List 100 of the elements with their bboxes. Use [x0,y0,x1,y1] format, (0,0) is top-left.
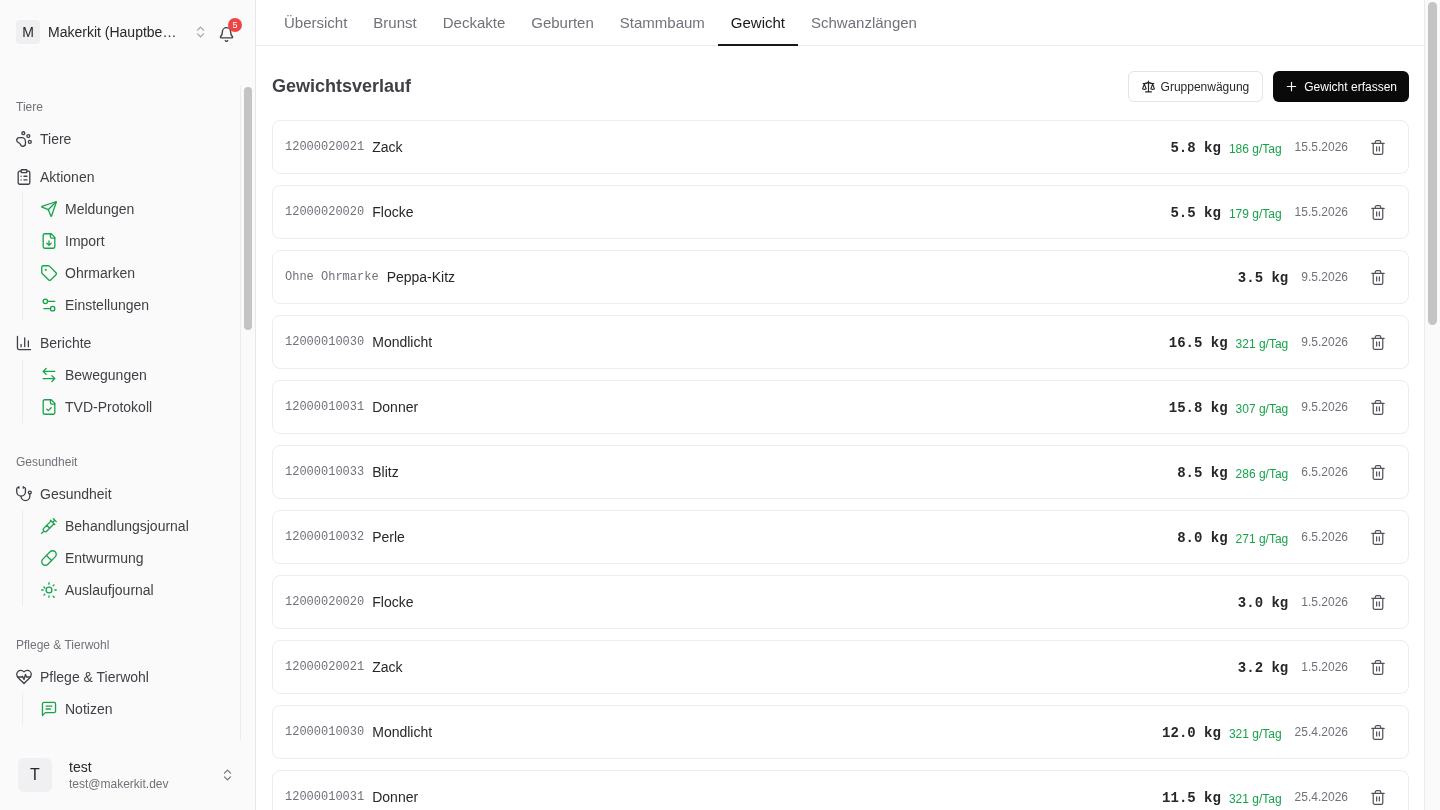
nav-subitem[interactable]: Entwurmung [41,542,144,574]
nav-item[interactable]: Gesundheit [16,478,240,510]
nav-subitem[interactable]: Import [41,225,105,257]
arrows-left-right-icon [41,367,57,383]
entry-date: 1.5.2026 [1301,660,1348,674]
syringe-icon [41,518,57,534]
ear-tag-number: 12000010031 [285,400,365,414]
nav-subitem[interactable]: TVD-Protokoll [41,391,153,423]
daily-gain: 321 g/Tag [1228,791,1282,806]
bar-chart-icon [16,335,32,351]
clipboard-list-icon [16,169,32,185]
animal-name: Mondlicht [372,724,433,740]
entry-date: 25.4.2026 [1294,790,1348,804]
animal-name: Peppa-Kitz [386,269,456,285]
trash-icon [1371,464,1385,480]
nav-subitem[interactable]: Behandlungsjournal [41,510,189,542]
user-name: test [69,758,93,776]
ear-tag-number: 12000010031 [285,790,365,804]
trash-icon [1371,724,1385,740]
daily-gain: 307 g/Tag [1235,401,1289,416]
tab[interactable]: Geburten [518,0,607,46]
nav-item[interactable]: Aktionen [16,161,240,193]
stethoscope-icon [16,486,32,502]
notifications-button[interactable]: 5 [217,18,242,44]
nav-subitem[interactable]: Ohrmarken [41,257,136,289]
animal-name: Donner [372,789,419,805]
entry-date: 9.5.2026 [1301,335,1348,349]
entry-date: 6.5.2026 [1301,530,1348,544]
ear-tag-number: 12000010030 [285,335,365,349]
section-title: Gewichtsverlauf [272,76,412,97]
paper-plane-icon [41,201,57,217]
weight-value: 3.5 kg [1237,270,1289,286]
heart-pulse-icon [16,669,32,685]
entry-date: 9.5.2026 [1301,270,1348,284]
daily-gain: 186 g/Tag [1228,141,1282,156]
tab[interactable]: Stammbaum [606,0,718,46]
nav-subitem[interactable]: Meldungen [41,193,135,225]
tag-icon [41,265,57,281]
nav-subitem[interactable]: Bewegungen [41,359,147,391]
weight-value: 12.0 kg [1162,725,1221,741]
plus-icon [1285,80,1299,93]
group-weighing-button[interactable]: Gruppenwägung [1127,71,1264,102]
animal-name: Zack [372,139,403,155]
animal-name: Perle [372,529,405,545]
paw-print-icon [16,131,32,147]
nav-item[interactable]: Pflege & Tierwohl [16,661,240,693]
account-avatar: M [16,20,40,44]
entry-date: 15.5.2026 [1294,140,1348,154]
ear-tag-number: 12000020021 [285,660,365,674]
bell-icon [219,27,234,42]
ear-tag-number: 12000010030 [285,725,365,739]
tab[interactable]: Schwanzlängen [798,0,930,46]
trash-icon [1371,789,1385,805]
trash-icon [1371,334,1385,350]
ear-tag-number: Ohne Ohrmarke [285,270,379,284]
user-avatar: T [18,758,52,792]
nav-item[interactable]: Tiere [16,123,240,155]
trash-icon [1371,399,1385,415]
tab[interactable]: Übersicht [271,0,361,46]
nav-group-label: Pflege & Tierwohl [16,637,111,654]
entry-date: 6.5.2026 [1301,465,1348,479]
nav-group-label: Tiere [16,99,44,116]
notification-badge: 5 [228,18,242,32]
trash-icon [1371,269,1385,285]
pill-icon [41,550,57,566]
user-menu-button[interactable]: T test test@makerkit.dev [18,758,239,792]
nav-subitem[interactable]: Auslaufjournal [41,574,154,606]
animal-name: Flocke [372,204,414,220]
weight-value: 16.5 kg [1168,335,1228,351]
file-download-icon [41,233,57,249]
trash-icon [1371,529,1385,545]
entry-date: 1.5.2026 [1301,595,1348,609]
weight-value: 5.5 kg [1170,205,1221,221]
account-switcher[interactable]: M Makerkit (Hauptbe… [16,16,208,48]
weight-value: 15.8 kg [1168,400,1228,416]
sliders-icon [41,297,57,313]
nav-item[interactable]: Berichte [16,327,240,359]
tab[interactable]: Brunst [360,0,430,46]
add-weight-button[interactable]: Gewicht erfassen [1273,71,1409,102]
entry-date: 25.4.2026 [1294,725,1348,739]
weight-value: 11.5 kg [1162,790,1221,806]
sun-icon [41,582,57,598]
entry-date: 9.5.2026 [1301,400,1348,414]
daily-gain: 321 g/Tag [1228,726,1282,741]
animal-name: Donner [372,399,419,415]
nav-subitem[interactable]: Einstellungen [41,289,150,321]
scrollbar-thumb[interactable] [244,87,252,330]
daily-gain: 321 g/Tag [1235,336,1289,351]
daily-gain: 271 g/Tag [1235,531,1289,546]
tab[interactable]: Deckakte [429,0,519,46]
nav-group-label: Gesundheit [16,454,79,471]
ear-tag-number: 12000020020 [285,205,365,219]
nav-subitem[interactable]: Notizen [41,693,113,725]
animal-name: Blitz [372,464,399,480]
daily-gain: 286 g/Tag [1235,466,1289,481]
file-check-icon [41,399,57,415]
trash-icon [1371,659,1385,675]
tab[interactable]: Gewicht [717,0,798,46]
scrollbar-thumb[interactable] [1428,2,1437,325]
trash-icon [1371,139,1385,155]
